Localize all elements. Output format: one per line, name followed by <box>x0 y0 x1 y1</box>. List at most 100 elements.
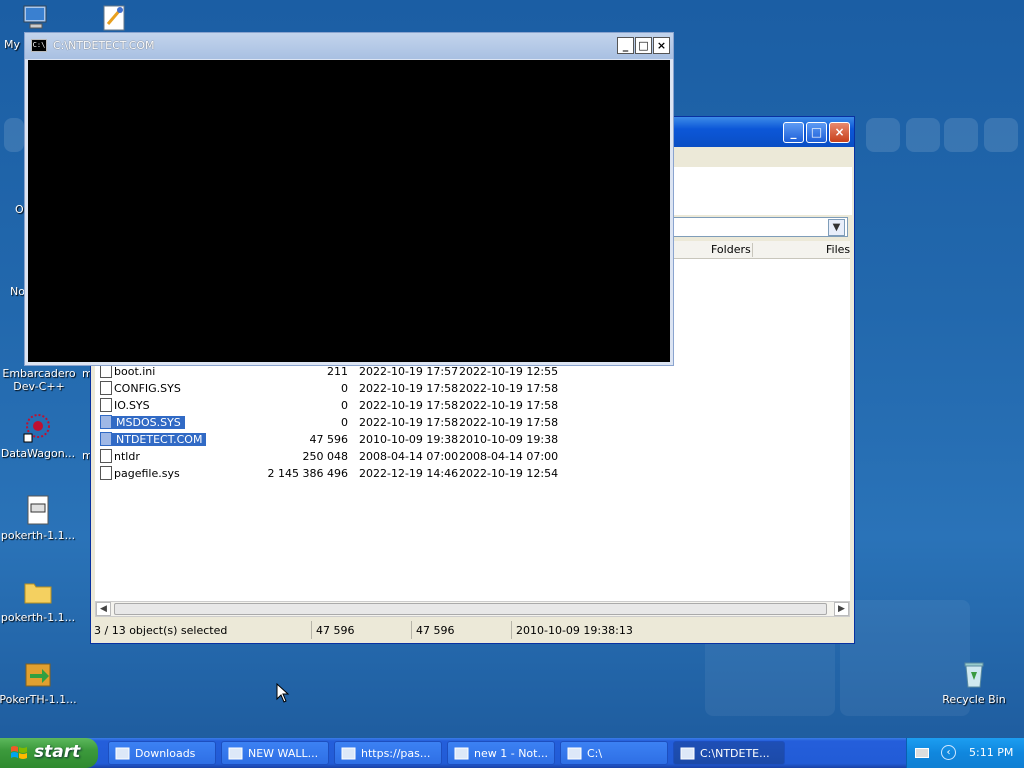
desktop-icon-recycle-bin[interactable]: Recycle Bin <box>934 658 1014 706</box>
console-output[interactable] <box>28 60 670 362</box>
chevron-down-icon[interactable]: ▼ <box>828 219 845 236</box>
chevron-left-icon[interactable]: ‹ <box>941 745 956 760</box>
file-size: 0 <box>341 382 348 395</box>
desktop-icon-label: Embarcadero Dev-C++ <box>2 367 76 393</box>
windows-flag-icon <box>11 746 27 759</box>
file-name: MSDOS.SYS <box>112 416 185 429</box>
taskbar-item[interactable]: Downloads <box>108 741 216 765</box>
file-created: 2022-10-19 12:55 <box>459 365 559 378</box>
scroll-right-icon[interactable]: ▶ <box>834 602 849 616</box>
file-row[interactable]: MSDOS.SYS 0 2022-10-19 17:58 2022-10-19 17:… <box>94 414 594 430</box>
taskbar-item-label: NEW WALL... <box>248 747 319 760</box>
file-size: 211 <box>327 365 348 378</box>
status-separator <box>311 621 312 639</box>
taskbar: start Downloads NEW WALL... https://pas...… <box>0 738 1024 768</box>
desktop-icon-label: pokerth-1.1... <box>0 611 76 624</box>
cmd-icon <box>680 747 695 760</box>
folder-icon <box>115 747 130 760</box>
taskbar-item-label: C:\NTDETE... <box>700 747 770 760</box>
status-date: 2010-10-09 19:38:13 <box>516 624 633 637</box>
file-modified: 2022-10-19 17:57 <box>359 365 459 378</box>
status-selection: 3 / 13 object(s) selected <box>94 624 228 637</box>
datawagon-icon <box>23 414 50 443</box>
desktop-icon-pokerth-folder[interactable]: pokerth-1.1... <box>0 576 78 624</box>
file-icon <box>100 381 112 395</box>
scrollbar-thumb[interactable] <box>114 603 827 615</box>
file-name: NTDETECT.COM <box>112 433 207 446</box>
file-created: 2022-10-19 17:58 <box>459 382 559 395</box>
file-name: pagefile.sys <box>114 467 180 480</box>
taskbar-item[interactable]: C:\NTDETE... <box>673 741 785 765</box>
close-button[interactable]: × <box>653 37 670 54</box>
file-created: 2022-10-19 12:54 <box>459 467 559 480</box>
taskbar-item-label: Downloads <box>135 747 196 760</box>
column-separator <box>752 243 753 257</box>
desktop-partial-label: No <box>10 285 25 298</box>
status-separator <box>411 621 412 639</box>
taskbar-item[interactable]: https://pas... <box>334 741 442 765</box>
desktop-icon-datawagon[interactable]: DataWagon... <box>0 412 78 460</box>
file-size: 250 048 <box>302 450 349 463</box>
column-folders[interactable]: Folders <box>711 243 751 256</box>
computer-icon <box>23 5 47 29</box>
clock[interactable]: 5:11 PM <box>969 746 1013 759</box>
desktop-decoration <box>944 118 978 152</box>
desktop-partial-label: O <box>15 203 24 216</box>
start-button[interactable]: start <box>0 738 98 768</box>
mouse-cursor-icon <box>276 683 290 703</box>
status-bar: 3 / 13 object(s) selected 47 596 47 596 … <box>93 619 852 641</box>
taskbar-item[interactable]: C:\ <box>560 741 668 765</box>
7zip-icon <box>567 747 582 760</box>
desktop-decoration <box>4 118 24 152</box>
taskbar-item-label: C:\ <box>587 747 603 760</box>
file-size: 47 596 <box>309 433 349 446</box>
file-row[interactable]: CONFIG.SYS 0 2022-10-19 17:58 2022-10-19 17… <box>94 380 594 396</box>
minimize-button[interactable]: _ <box>783 122 804 143</box>
desktop-icon-devcpp[interactable]: Embarcadero Dev-C++ <box>0 367 79 393</box>
file-created: 2010-10-09 19:38 <box>459 433 559 446</box>
file-icon <box>100 398 112 412</box>
notepad-icon <box>454 747 469 760</box>
status-separator <box>511 621 512 639</box>
file-modified: 2022-12-19 14:46 <box>359 467 459 480</box>
maximize-button[interactable]: □ <box>806 122 827 143</box>
minimize-button[interactable]: _ <box>617 37 634 54</box>
desktop-icon-pokerth-installer[interactable]: PokerTH-1.1... <box>0 658 78 706</box>
file-row[interactable]: IO.SYS 0 2022-10-19 17:58 2022-10-19 17:58 <box>94 397 594 413</box>
desktop-icon-pokerth-file[interactable]: pokerth-1.1... <box>0 494 78 542</box>
file-name: IO.SYS <box>114 399 150 412</box>
maximize-button[interactable]: □ <box>635 37 652 54</box>
file-modified: 2022-10-19 17:58 <box>359 399 459 412</box>
file-name: CONFIG.SYS <box>114 382 181 395</box>
taskbar-item[interactable]: new 1 - Not... <box>447 741 555 765</box>
column-files[interactable]: Files <box>826 243 850 256</box>
chrome-icon <box>341 747 356 760</box>
file-size: 0 <box>341 416 348 429</box>
file-icon <box>100 466 112 480</box>
installer-icon <box>25 663 51 687</box>
close-button[interactable]: × <box>829 122 850 143</box>
system-tray: ‹ 5:11 PM <box>906 738 1024 768</box>
desktop-icon-label: Recycle Bin <box>942 693 1006 706</box>
file-size: 2 145 386 496 <box>267 467 348 480</box>
scroll-left-icon[interactable]: ◀ <box>96 602 111 616</box>
file-name: ntldr <box>114 450 140 463</box>
keyboard-icon[interactable] <box>915 748 929 758</box>
taskbar-item[interactable]: NEW WALL... <box>221 741 329 765</box>
file-row[interactable]: ntldr 250 048 2008-04-14 07:00 2008-04-14 0… <box>94 448 594 464</box>
file-row[interactable]: pagefile.sys 2 145 386 496 2022-12-19 14:4… <box>94 465 594 481</box>
taskbar-item-label: new 1 - Not... <box>474 747 548 760</box>
file-created: 2008-04-14 07:00 <box>459 450 559 463</box>
desktop-icon-label: pokerth-1.1... <box>0 529 76 542</box>
cmd-titlebar[interactable]: C:\ C:\NTDETECT.COM _ □ × <box>25 33 673 59</box>
file-row[interactable]: NTDETECT.COM 47 596 2010-10-09 19:38 2010-1… <box>94 431 594 447</box>
file-size: 0 <box>341 399 348 412</box>
file-modified: 2022-10-19 17:58 <box>359 382 459 395</box>
cmd-window[interactable]: C:\ C:\NTDETECT.COM _ □ × <box>24 32 674 366</box>
horizontal-scrollbar[interactable]: ◀ ▶ <box>95 601 850 617</box>
desktop-decoration <box>984 118 1018 152</box>
desktop-icon-label: DataWagon... <box>0 447 76 460</box>
folder-icon <box>24 583 52 604</box>
file-icon <box>100 449 112 463</box>
file-icon <box>27 495 49 525</box>
